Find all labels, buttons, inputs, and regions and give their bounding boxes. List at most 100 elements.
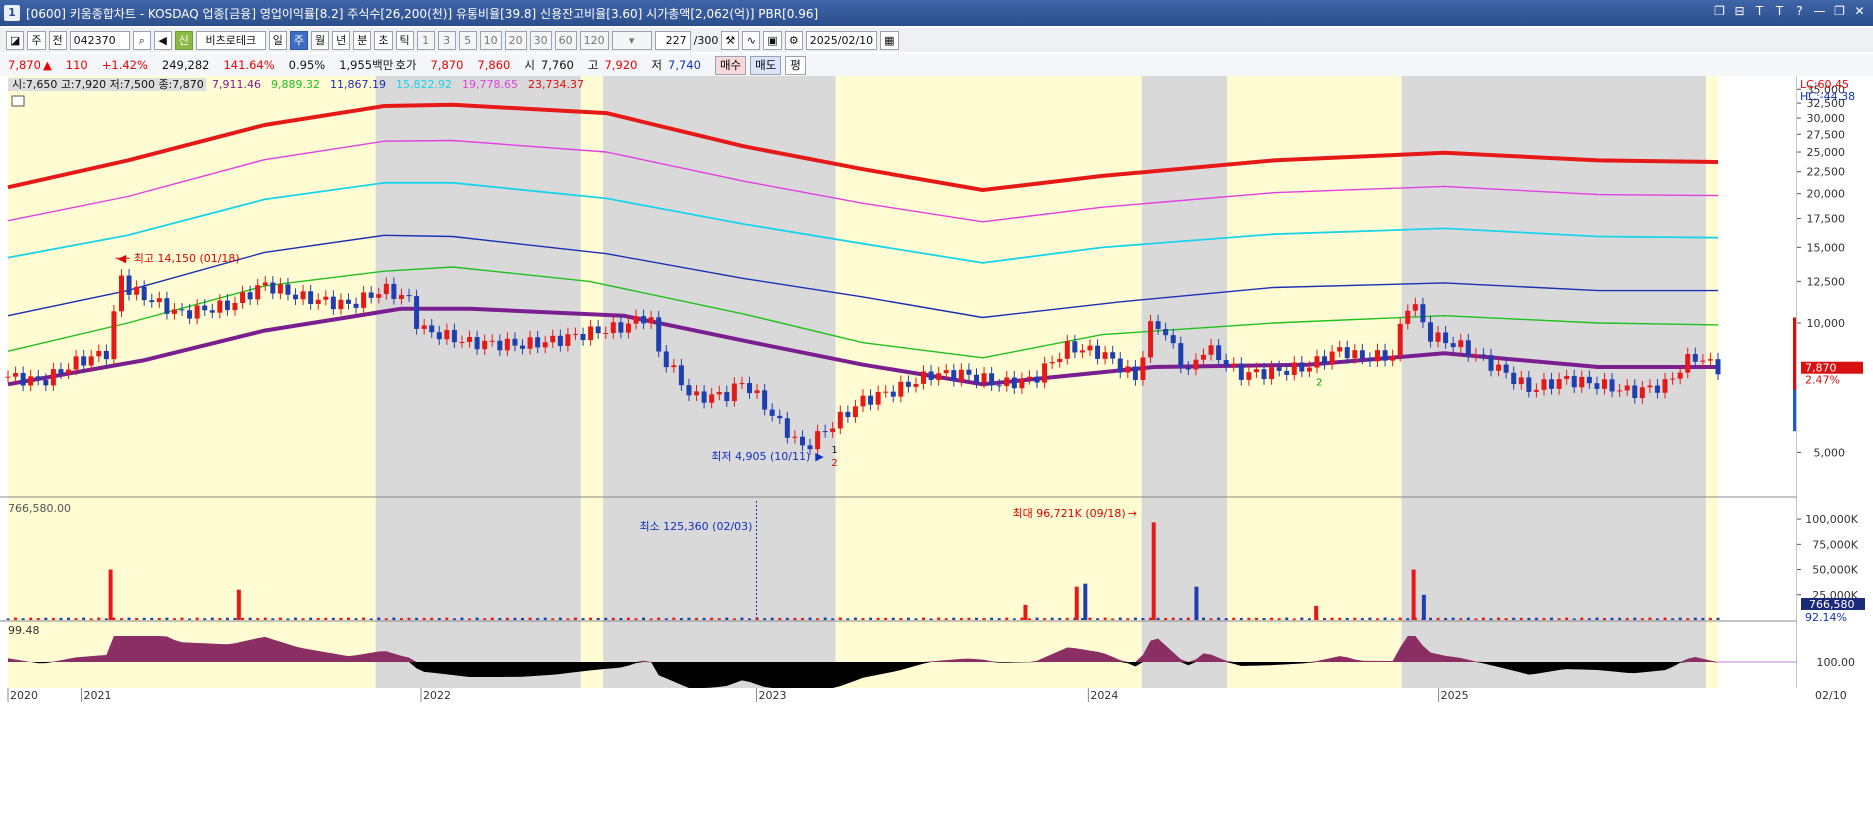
interval-3[interactable]: 3	[437, 30, 456, 50]
candle-body	[656, 317, 662, 352]
search-icon[interactable]: ⌕	[132, 30, 151, 50]
prev-button[interactable]: 전	[48, 30, 67, 50]
volume-bar	[1618, 617, 1622, 620]
candle-body	[247, 292, 253, 300]
interval-30[interactable]: 30	[529, 30, 552, 50]
minimize-icon[interactable]: —	[1812, 4, 1827, 19]
help-icon[interactable]: ?	[1792, 4, 1807, 19]
candle-body	[610, 322, 616, 334]
candle-body	[383, 283, 389, 295]
period-minute[interactable]: 분	[353, 30, 372, 50]
candle-body	[989, 373, 995, 386]
calendar-icon[interactable]: ▦	[880, 30, 899, 50]
candle-body	[535, 337, 541, 348]
vol-min-annotation: 최소 125,360 (02/03)	[639, 520, 752, 533]
candle-body	[1662, 379, 1668, 393]
save-icon[interactable]: ▣	[763, 30, 782, 50]
candle-body	[1352, 350, 1358, 359]
period-month[interactable]: 월	[311, 30, 330, 50]
line-tool-icon[interactable]: ∿	[742, 30, 761, 50]
candle-body	[28, 376, 34, 386]
data-count-input[interactable]: 227	[654, 30, 691, 50]
chart-svg[interactable]: 35,00032,50030,00027,50025,00022,50020,0…	[0, 76, 1873, 840]
interval-60[interactable]: 60	[554, 30, 577, 50]
candle-body	[156, 298, 162, 303]
interval-10[interactable]: 10	[479, 30, 502, 50]
quote-bar: 7,870 ▲ 110 +1.42% 249,282 141.64% 0.95%…	[0, 54, 1873, 76]
candle-body	[686, 385, 692, 396]
candle-body	[1496, 364, 1502, 371]
sell-button[interactable]: 매도	[750, 55, 782, 75]
volume-bar	[1126, 618, 1130, 620]
period-week[interactable]: 주	[289, 30, 309, 50]
candle-body	[187, 310, 193, 319]
candle-body	[50, 369, 56, 386]
candle-body	[966, 369, 972, 375]
market-mode-select[interactable]: 주	[27, 30, 46, 50]
volume-bar	[1027, 618, 1031, 620]
speaker-icon[interactable]: ◀	[153, 30, 172, 50]
font-icon[interactable]: T	[1752, 4, 1767, 19]
interval-5[interactable]: 5	[458, 30, 477, 50]
candle-body	[1685, 354, 1691, 373]
close-icon[interactable]: ✕	[1852, 4, 1867, 19]
volume-spike-6	[1194, 586, 1199, 620]
price-axis-label: 25,000	[1807, 146, 1846, 159]
chart-settings-icon[interactable]: ◪	[6, 30, 25, 50]
volume-bar	[914, 618, 918, 620]
buy-button[interactable]: 매수	[714, 55, 747, 75]
volume-bar	[982, 617, 986, 620]
candle-body	[595, 326, 601, 334]
gear-icon[interactable]: ⚙	[784, 30, 803, 50]
volume-bar	[135, 617, 139, 620]
volume-bar	[1171, 617, 1175, 620]
evaluate-button[interactable]: 평	[785, 55, 806, 75]
shade-band-0	[8, 76, 376, 688]
volume-bar	[619, 618, 623, 620]
period-second[interactable]: 초	[374, 30, 393, 50]
candle-body	[724, 392, 730, 402]
volume-bar	[1179, 618, 1183, 620]
candle-body	[1261, 369, 1267, 380]
interval-custom-select[interactable]: ▾	[611, 30, 652, 50]
candle-body	[1185, 367, 1191, 370]
volume-bar	[952, 617, 956, 620]
volume-bar	[1368, 617, 1372, 620]
volume-bar	[748, 618, 752, 620]
high-arrow-icon: ◀	[118, 252, 127, 265]
candle-body	[134, 286, 140, 295]
interval-20[interactable]: 20	[504, 30, 527, 50]
period-year[interactable]: 년	[332, 30, 351, 50]
volume-bar	[1603, 618, 1607, 620]
candle-body	[512, 338, 518, 346]
volume-bar	[1398, 617, 1402, 620]
shade-band-6	[1227, 76, 1402, 688]
volume-bar	[543, 617, 547, 620]
interval-120[interactable]: 120	[579, 30, 609, 50]
interval-1[interactable]: 1	[416, 30, 435, 50]
volume-bar	[1557, 618, 1561, 620]
volume-bar	[1428, 617, 1432, 620]
volume-bar	[29, 617, 33, 620]
volume-bar	[906, 617, 910, 620]
tile-icon[interactable]: ⊟	[1732, 4, 1747, 19]
candle-body	[1518, 377, 1524, 385]
period-day[interactable]: 일	[268, 30, 287, 50]
candle-body	[739, 383, 745, 385]
period-tick[interactable]: 틱	[395, 30, 414, 50]
volume-bar	[490, 617, 494, 620]
volume-bar	[1436, 617, 1440, 620]
date-input[interactable]: 2025/02/10	[805, 30, 878, 50]
candle-body	[1511, 372, 1517, 385]
volume-bar	[203, 618, 207, 620]
text-icon[interactable]: T	[1772, 4, 1787, 19]
tool-icon[interactable]: ⚒	[721, 30, 740, 50]
stock-code-input[interactable]: 042370	[69, 30, 130, 50]
candle-body	[285, 284, 291, 295]
volume-bar	[657, 617, 661, 620]
volume-bar	[1270, 617, 1274, 620]
maximize-icon[interactable]: ❐	[1832, 4, 1847, 19]
candle-body	[421, 325, 427, 329]
restore-icon[interactable]: ❐	[1712, 4, 1727, 19]
chart-area[interactable]: 35,000 32,500 30,000 27,500 25,000 22,500 20,0…	[0, 76, 1873, 840]
